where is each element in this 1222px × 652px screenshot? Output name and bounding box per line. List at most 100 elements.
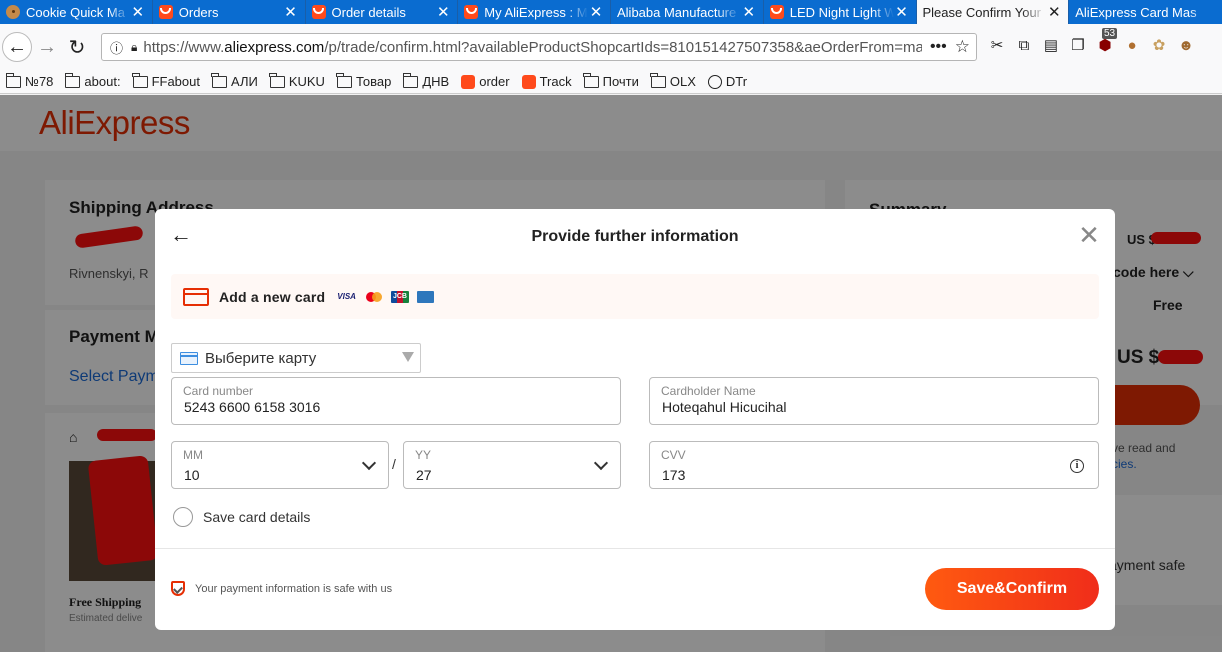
bookmark-link[interactable]: order (461, 74, 510, 89)
bookmark-label: order (479, 74, 510, 89)
close-tab-icon[interactable]: ✕ (741, 3, 757, 21)
close-tab-icon[interactable]: ✕ (435, 3, 451, 21)
reload-button[interactable]: ↻ (62, 32, 92, 62)
browser-nav-bar: ← → ↻ ⓘ 🔒︎ https://www.aliexpress.com/p/… (0, 24, 1222, 70)
expiry-month-select[interactable]: MM 10 (171, 441, 389, 489)
bookmark-folder[interactable]: Почти (583, 72, 639, 89)
chevron-down-icon (593, 455, 609, 471)
tab-led-night-light[interactable]: LED Night Light W ✕ (764, 0, 917, 24)
aliexpress-icon (311, 5, 326, 19)
expiry-year-label: YY (415, 448, 432, 462)
expiry-month-value: 10 (184, 467, 200, 483)
bookmark-folder[interactable]: OLX (650, 72, 696, 89)
save-card-label[interactable]: Save card details (203, 509, 310, 525)
bookmark-label: Track (539, 74, 572, 89)
tab-cookie-quick[interactable]: Cookie Quick Ma ✕ (0, 0, 153, 24)
tab-orders[interactable]: Orders ✕ (153, 0, 306, 24)
extensions-toolbar: ✂ ⧉ ▤ ❐ ⬢ 53 ● ✿ ☻ (988, 28, 1195, 54)
tab-aliexpress-card[interactable]: AliExpress Card Mas (1069, 0, 1222, 24)
card-number-label: Card number (183, 384, 254, 398)
chevron-down-icon (361, 455, 377, 471)
tab-title: Alibaba Manufacture (617, 4, 737, 20)
card-number-field[interactable]: Card number 5243 6600 6158 3016 (171, 377, 621, 425)
url-domain: aliexpress.com (224, 38, 325, 56)
monkey-icon[interactable]: ☻ (1177, 36, 1195, 54)
close-tab-icon[interactable]: ✕ (283, 3, 299, 21)
bookmark-folder[interactable]: KUKU (269, 72, 325, 89)
bookmark-folder[interactable]: FFabout (132, 72, 200, 89)
bookmarks-bar: №78 about: FFabout АЛИ KUKU Товар ДНВ or… (0, 70, 1222, 94)
bookmark-folder[interactable]: about: (64, 72, 121, 89)
bookmark-link[interactable]: Track (521, 74, 572, 89)
add-new-card-label: Add a new card (219, 288, 326, 305)
site-info-icon[interactable]: ⓘ (110, 38, 123, 57)
expiry-year-value: 27 (416, 467, 432, 483)
folder-icon (336, 72, 352, 88)
expiry-year-select[interactable]: YY 27 (403, 441, 621, 489)
bookmark-folder[interactable]: ДНВ (402, 72, 450, 89)
tab-title: Orders (178, 4, 219, 20)
save-card-radio[interactable] (173, 507, 193, 527)
cookie-icon (6, 5, 20, 19)
bookmark-folder[interactable]: Товар (336, 72, 391, 89)
close-tab-icon[interactable]: ✕ (130, 3, 146, 21)
cvv-value: 173 (662, 467, 686, 483)
bookmark-star-icon[interactable]: ☆ (955, 37, 970, 57)
close-tab-icon[interactable]: ✕ (894, 3, 910, 21)
mastercard-icon (365, 291, 383, 303)
close-tab-icon[interactable]: ✕ (1046, 3, 1062, 21)
puzzle-icon[interactable]: ✿ (1150, 36, 1168, 54)
bookmark-label: АЛИ (230, 74, 258, 89)
bookmark-link[interactable]: DTr (707, 74, 748, 89)
clipboard-icon[interactable]: ▤ (1042, 36, 1060, 54)
aliexpress-icon (464, 5, 479, 19)
cookie-extension-icon[interactable]: ● (1123, 36, 1141, 54)
cardholder-name-field[interactable]: Cardholder Name Hoteqahul Hicucihal (649, 377, 1099, 425)
tab-order-details[interactable]: Order details ✕ (306, 0, 459, 24)
scissors-icon[interactable]: ✂ (988, 36, 1006, 54)
bookmark-label: about: (84, 74, 121, 89)
copy-icon[interactable]: ⧉ (1015, 36, 1033, 54)
tabs-icon[interactable]: ❐ (1069, 36, 1087, 54)
ublock-icon[interactable]: ⬢ 53 (1096, 28, 1118, 54)
url-text: https://www.aliexpress.com/p/trade/confi… (143, 39, 922, 56)
ublock-badge: 53 (1102, 28, 1118, 39)
add-new-card-option[interactable]: Add a new card VISA JCB (171, 274, 1099, 319)
folder-icon (132, 72, 148, 88)
url-bar[interactable]: ⓘ 🔒︎ https://www.aliexpress.com/p/trade/… (101, 33, 977, 61)
bookmark-folder[interactable]: АЛИ (211, 72, 258, 89)
select-card-label: Выберите карту (205, 349, 317, 367)
expiry-month-label: MM (183, 448, 203, 462)
cvv-field[interactable]: CVV 173 i (649, 441, 1099, 489)
expiry-separator: / (392, 456, 396, 472)
close-icon[interactable]: ✕ (1077, 221, 1101, 249)
tab-please-confirm[interactable]: Please Confirm Your ✕ (916, 0, 1070, 24)
page-actions-icon[interactable]: ••• (930, 38, 947, 56)
save-confirm-button[interactable]: Save&Confirm (925, 568, 1099, 610)
close-tab-icon[interactable]: ✕ (588, 3, 604, 21)
divider (155, 548, 1115, 549)
card-icon (180, 351, 198, 365)
bookmark-folder[interactable]: №78 (5, 72, 53, 89)
cart-icon (461, 74, 476, 89)
dropdown-arrow-icon (402, 352, 414, 362)
folder-icon (583, 72, 599, 88)
tab-title: Cookie Quick Ma (26, 4, 125, 20)
tab-alibaba[interactable]: Alibaba Manufacture ✕ (611, 0, 764, 24)
credit-card-icon (183, 287, 209, 306)
url-rest: /p/trade/confirm.html?availableProductSh… (324, 38, 922, 56)
folder-icon (269, 72, 285, 88)
aliexpress-icon (769, 5, 784, 19)
aliexpress-icon (158, 5, 173, 19)
payment-safe-note: Your payment information is safe with us (195, 583, 393, 595)
bookmark-label: ДНВ (422, 74, 450, 89)
select-card-dropdown[interactable]: Выберите карту (171, 343, 421, 373)
info-icon[interactable]: i (1070, 459, 1084, 473)
cvv-label: CVV (661, 448, 686, 462)
browser-tab-bar: Cookie Quick Ma ✕ Orders ✕ Order details ✕ … (0, 0, 1222, 24)
back-button[interactable]: ← (2, 32, 32, 62)
cardholder-name-value: Hoteqahul Hicucihal (662, 399, 787, 415)
tab-my-aliexpress[interactable]: My AliExpress : M ✕ (458, 0, 611, 24)
bookmark-label: DTr (725, 74, 748, 89)
forward-button[interactable]: → (32, 32, 62, 62)
